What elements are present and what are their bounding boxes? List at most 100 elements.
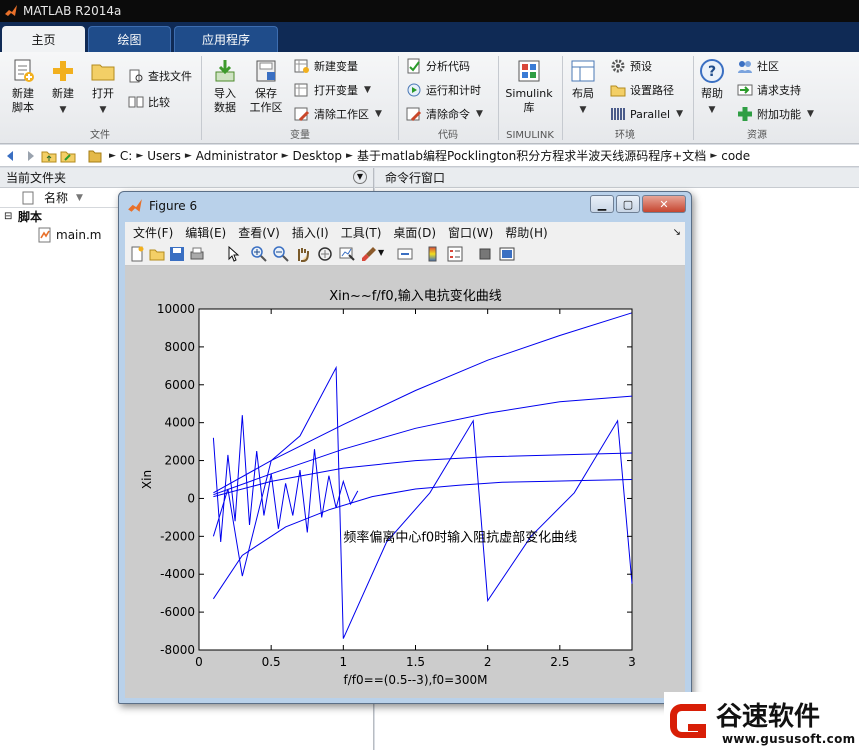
simulink-icon xyxy=(518,60,540,82)
clear-workspace-button[interactable]: 清除工作区 ▼ xyxy=(294,106,382,122)
close-button[interactable]: ✕ xyxy=(642,195,686,213)
print-icon[interactable] xyxy=(189,246,205,262)
help-dropdown-icon[interactable]: ▼ xyxy=(709,103,716,117)
link-plot-icon[interactable] xyxy=(397,246,413,262)
clear-commands-button[interactable]: 清除命令 ▼ xyxy=(406,106,483,122)
sort-icon[interactable]: ▼ xyxy=(76,188,83,208)
clear-workspace-dropdown-icon[interactable]: ▼ xyxy=(375,109,382,119)
save-icon[interactable] xyxy=(169,246,185,262)
compare-button[interactable]: 比较 xyxy=(128,94,170,110)
up-folder-icon[interactable] xyxy=(41,148,57,164)
open-file-icon[interactable] xyxy=(149,246,165,262)
menu-insert[interactable]: 插入(I) xyxy=(292,224,329,241)
group-separator xyxy=(562,56,563,140)
maximize-button[interactable]: ▢ xyxy=(616,195,640,213)
figure-window[interactable]: Figure 6 ▁ ▢ ✕ 文件(F) 编辑(E) 查看(V) 插入(I) 工… xyxy=(118,191,692,704)
clear-commands-dropdown-icon[interactable]: ▼ xyxy=(476,109,483,119)
group-simulink-label: SIMULINK xyxy=(506,130,554,141)
group-separator xyxy=(693,56,694,140)
back-icon[interactable] xyxy=(3,148,19,164)
brush-icon[interactable] xyxy=(361,246,377,262)
analyze-code-button[interactable]: 分析代码 xyxy=(406,58,470,74)
group-variable-label: 变量 xyxy=(290,130,310,141)
breadcrumb-item[interactable]: C: xyxy=(120,149,132,163)
name-column-header[interactable]: 名称 xyxy=(44,188,68,208)
new-script-icon xyxy=(14,59,34,82)
parallel-button[interactable]: Parallel ▼ xyxy=(610,106,683,122)
colorbar-icon[interactable] xyxy=(425,246,441,262)
legend-icon[interactable] xyxy=(447,246,463,262)
tab-apps[interactable]: 应用程序 xyxy=(174,26,278,52)
minimize-button[interactable]: ▁ xyxy=(590,195,614,213)
browse-folder-icon[interactable] xyxy=(60,148,76,164)
simulink-library-button[interactable]: Simulink 库 xyxy=(504,58,554,115)
menu-tools[interactable]: 工具(T) xyxy=(341,224,382,241)
breadcrumb-separator-icon: ► xyxy=(184,150,192,161)
matlab-logo-icon xyxy=(5,5,17,16)
layout-dropdown-icon[interactable]: ▼ xyxy=(580,103,587,117)
pointer-icon[interactable] xyxy=(225,246,241,262)
pan-icon[interactable] xyxy=(295,246,311,262)
tab-plots[interactable]: 绘图 xyxy=(88,26,171,52)
import-data-button[interactable]: 导入 数据 xyxy=(208,58,242,115)
save-workspace-button[interactable]: 保存 工作区 xyxy=(246,58,286,115)
breadcrumb-item[interactable]: Desktop xyxy=(293,149,343,163)
zoom-in-icon[interactable] xyxy=(251,246,267,262)
add-ons-dropdown-icon[interactable]: ▼ xyxy=(807,109,814,119)
breadcrumb-item[interactable]: 基于matlab编程Pocklington积分方程求半波天线源码程序+文档 xyxy=(357,147,706,164)
dock-icon[interactable]: ↘ xyxy=(673,227,681,238)
menu-view[interactable]: 查看(V) xyxy=(238,224,280,241)
figure-canvas[interactable]: 0 0.5 1 1.5 2 2.5 3 -8000 -6000 -4000 -2000 0 2000 40… xyxy=(125,266,685,698)
figure-title: Figure 6 xyxy=(149,199,198,213)
save-workspace-label: 保存 工作区 xyxy=(249,87,283,114)
compare-icon xyxy=(128,96,144,108)
breadcrumb-item[interactable]: Administrator xyxy=(196,149,278,163)
layout-button[interactable]: 布局 ▼ xyxy=(566,58,600,117)
breadcrumb-item[interactable]: Users xyxy=(147,149,181,163)
parallel-dropdown-icon[interactable]: ▼ xyxy=(676,109,683,119)
set-path-icon xyxy=(610,85,626,97)
zoom-out-icon[interactable] xyxy=(273,246,289,262)
open-variable-button[interactable]: 打开变量 ▼ xyxy=(294,82,371,98)
run-and-time-button[interactable]: 运行和计时 xyxy=(406,82,481,98)
menu-desktop[interactable]: 桌面(D) xyxy=(393,224,436,241)
figure-title-bar[interactable]: Figure 6 ▁ ▢ ✕ xyxy=(119,192,691,220)
panel-actions-icon[interactable]: ▼ xyxy=(353,170,367,184)
community-button[interactable]: 社区 xyxy=(737,58,779,74)
group-environment-label: 环境 xyxy=(615,130,635,141)
plus-icon xyxy=(53,61,73,81)
plot-svg[interactable]: 0 0.5 1 1.5 2 2.5 3 -8000 -6000 -4000 -2000 0 2000 40… xyxy=(125,266,685,698)
menu-window[interactable]: 窗口(W) xyxy=(448,224,493,241)
menu-edit[interactable]: 编辑(E) xyxy=(185,224,226,241)
chart-title: Xin~~f/f0,输入电抗变化曲线 xyxy=(329,288,501,304)
show-plot-tools-icon[interactable] xyxy=(499,246,515,262)
open-dropdown-icon[interactable]: ▼ xyxy=(100,103,107,117)
new-figure-icon[interactable] xyxy=(129,246,145,262)
request-support-button[interactable]: 请求支持 xyxy=(737,82,801,98)
hide-plot-tools-icon[interactable] xyxy=(477,246,493,262)
brush-dropdown-icon[interactable]: ▼ xyxy=(378,248,384,257)
y-tick-label: 0 xyxy=(187,491,195,505)
new-script-button[interactable]: 新建 脚本 xyxy=(6,58,40,115)
new-button[interactable]: 新建 ▼ xyxy=(46,58,80,117)
parallel-label: Parallel xyxy=(630,107,671,121)
rotate-3d-icon[interactable] xyxy=(317,246,333,262)
set-path-button[interactable]: 设置路径 xyxy=(610,82,674,98)
preferences-button[interactable]: 预设 xyxy=(610,58,652,74)
forward-icon[interactable] xyxy=(22,148,38,164)
breadcrumb-separator-icon: ► xyxy=(136,150,144,161)
menu-file[interactable]: 文件(F) xyxy=(133,224,173,241)
x-tick-label: 0.5 xyxy=(262,655,281,669)
find-files-button[interactable]: 查找文件 xyxy=(128,68,192,84)
help-button[interactable]: ? 帮助 ▼ xyxy=(698,58,726,117)
tab-home[interactable]: 主页 xyxy=(2,26,85,52)
open-variable-dropdown-icon[interactable]: ▼ xyxy=(364,85,371,95)
add-ons-button[interactable]: 附加功能 ▼ xyxy=(737,106,814,122)
open-button[interactable]: 打开 ▼ xyxy=(86,58,120,117)
data-cursor-icon[interactable] xyxy=(339,246,355,262)
menu-help[interactable]: 帮助(H) xyxy=(505,224,547,241)
collapse-icon[interactable]: ⊟ xyxy=(4,208,12,226)
new-variable-button[interactable]: 新建变量 xyxy=(294,58,358,74)
new-dropdown-icon[interactable]: ▼ xyxy=(60,103,67,117)
breadcrumb-item[interactable]: code xyxy=(721,149,750,163)
